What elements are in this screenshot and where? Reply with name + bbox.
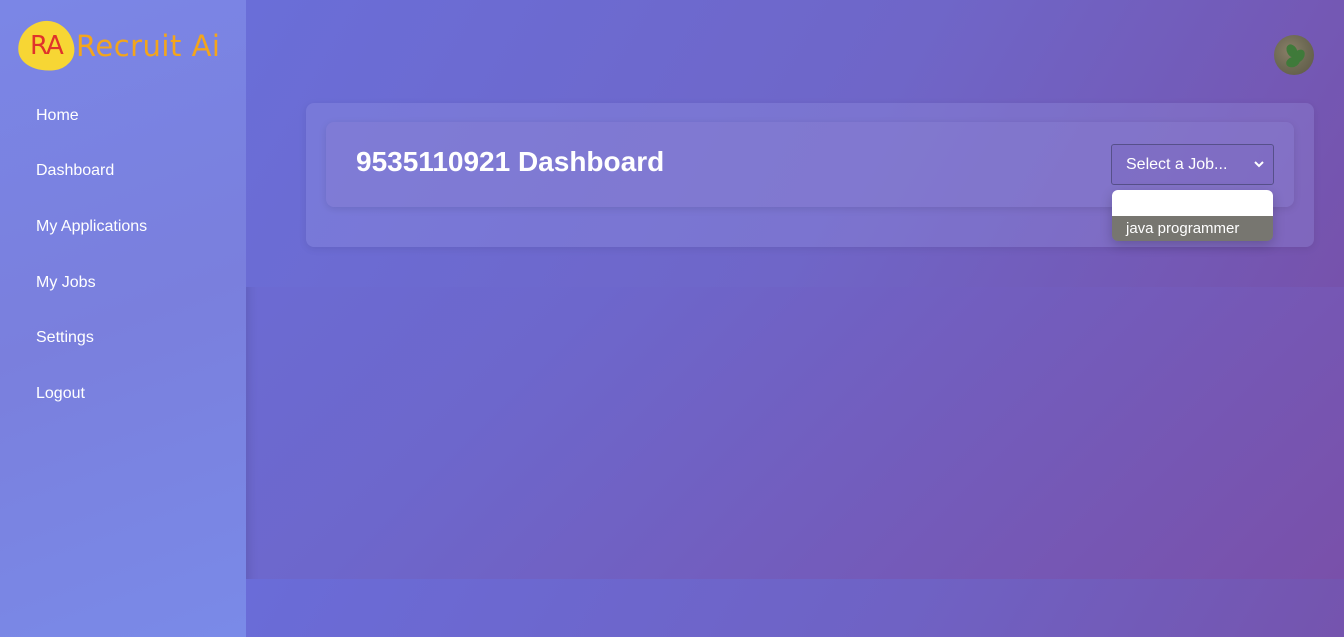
sidebar-item-logout[interactable]: Logout — [0, 366, 246, 422]
logo-mark: RA — [15, 18, 77, 74]
page-title: 9535110921 Dashboard — [356, 146, 665, 177]
brand-name: Recruit Ai — [76, 29, 221, 63]
sidebar-item-settings[interactable]: Settings — [0, 310, 246, 366]
brand-logo[interactable]: RA Recruit Ai — [15, 18, 221, 74]
sidebar: RA Recruit Ai Home Dashboard My Applicat… — [0, 0, 246, 637]
job-select-value: Select a Job... — [1126, 155, 1228, 173]
main-footer-strip — [246, 579, 1344, 637]
chevron-down-icon — [1254, 161, 1264, 168]
sidebar-item-dashboard[interactable]: Dashboard — [0, 144, 246, 200]
sidebar-nav: Home Dashboard My Applications My Jobs S… — [0, 88, 246, 422]
sidebar-item-my-applications[interactable]: My Applications — [0, 199, 246, 255]
sidebar-item-my-jobs[interactable]: My Jobs — [0, 255, 246, 311]
sidebar-item-home[interactable]: Home — [0, 88, 246, 144]
user-avatar-icon[interactable] — [1274, 35, 1314, 75]
job-select-dropdown: java programmer — [1112, 190, 1273, 241]
job-option-java-programmer[interactable]: java programmer — [1112, 216, 1273, 241]
job-select[interactable]: Select a Job... — [1111, 144, 1274, 185]
job-option-empty[interactable] — [1112, 190, 1273, 216]
logo-mark-text: RA — [29, 31, 63, 61]
